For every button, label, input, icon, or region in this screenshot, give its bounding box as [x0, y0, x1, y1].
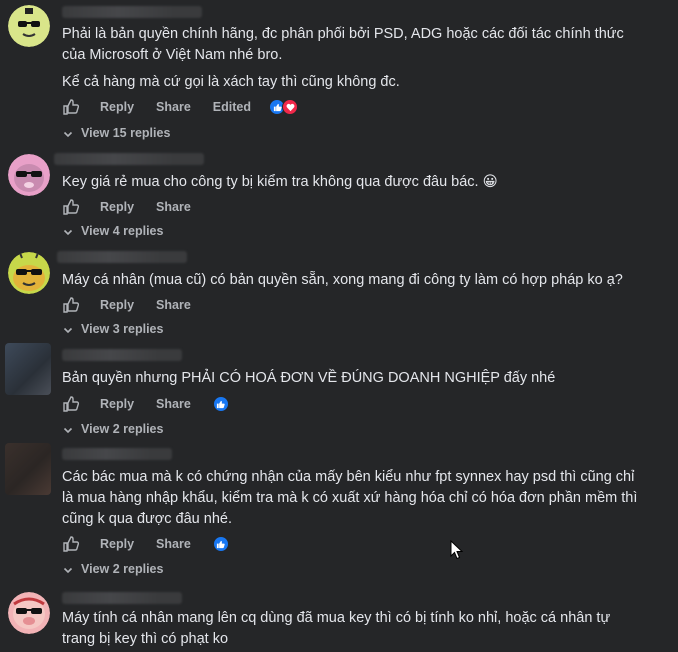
view-replies-label: View 2 replies	[81, 422, 164, 436]
view-replies-label: View 3 replies	[81, 322, 164, 336]
avatar[interactable]	[8, 252, 50, 294]
share-button[interactable]: Share	[156, 100, 191, 114]
chevron-down-icon	[63, 564, 73, 574]
avatar[interactable]	[8, 5, 50, 47]
share-button[interactable]: Share	[156, 298, 191, 312]
view-replies-label: View 15 replies	[81, 126, 171, 140]
author-name[interactable]	[62, 6, 202, 18]
like-icon[interactable]	[62, 198, 80, 216]
comment-text: Phải là bản quyền chính hãng, đc phân ph…	[62, 26, 624, 90]
chevron-down-icon	[63, 128, 73, 138]
like-icon[interactable]	[62, 535, 80, 553]
like-icon[interactable]	[62, 98, 80, 116]
avatar[interactable]	[8, 592, 50, 634]
share-button[interactable]: Share	[156, 397, 191, 411]
share-button[interactable]: Share	[156, 200, 191, 214]
author-name[interactable]	[57, 251, 187, 263]
edited-label: Edited	[212, 100, 251, 114]
mouse-cursor-icon	[450, 539, 464, 560]
author-name[interactable]	[54, 153, 204, 165]
view-replies-button[interactable]: View 15 replies	[63, 126, 170, 140]
reactions[interactable]	[212, 536, 229, 552]
chevron-down-icon	[63, 424, 73, 434]
like-icon[interactable]	[62, 296, 80, 314]
comment-text: Key giá rẻ mua cho công ty bị kiểm tra k…	[62, 174, 498, 190]
author-name[interactable]	[62, 448, 172, 460]
reactions[interactable]	[269, 99, 298, 115]
comment-actions: Reply Share	[62, 197, 213, 217]
comment-actions: Reply Share	[62, 295, 213, 315]
reply-button[interactable]: Reply	[100, 397, 134, 411]
reply-button[interactable]: Reply	[100, 100, 134, 114]
reactions[interactable]	[212, 396, 229, 412]
view-replies-button[interactable]: View 4 replies	[63, 224, 163, 238]
view-replies-button[interactable]: View 2 replies	[63, 422, 163, 436]
like-icon[interactable]	[62, 395, 80, 413]
view-replies-label: View 2 replies	[81, 562, 164, 576]
avatar[interactable]	[8, 154, 50, 196]
comment-text: Máy cá nhân (mua cũ) có bản quyền sẵn, x…	[62, 272, 623, 288]
reply-button[interactable]: Reply	[100, 298, 134, 312]
comment-text: Các bác mua mà k có chứng nhận của mấy b…	[62, 469, 638, 527]
chevron-down-icon	[63, 226, 73, 236]
like-reaction-icon	[212, 396, 229, 412]
author-name[interactable]	[62, 592, 182, 604]
view-replies-button[interactable]: View 3 replies	[63, 322, 163, 336]
like-reaction-icon	[212, 536, 229, 552]
comment-actions: Reply Share	[62, 394, 229, 414]
love-reaction-icon	[282, 99, 298, 115]
comment-text: Bản quyền nhưng PHẢI CÓ HOÁ ĐƠN VỀ ĐÚNG …	[62, 370, 556, 386]
share-button[interactable]: Share	[156, 537, 191, 551]
avatar[interactable]	[5, 343, 51, 395]
author-name[interactable]	[62, 349, 182, 361]
avatar[interactable]	[5, 443, 51, 495]
comment-actions: Reply Share Edited	[62, 97, 298, 117]
comment-actions: Reply Share	[62, 534, 229, 554]
reply-button[interactable]: Reply	[100, 537, 134, 551]
reply-button[interactable]: Reply	[100, 200, 134, 214]
comment-text: Máy tính cá nhân mang lên cq dùng đã mua…	[62, 610, 611, 647]
view-replies-button[interactable]: View 2 replies	[63, 562, 163, 576]
chevron-down-icon	[63, 324, 73, 334]
view-replies-label: View 4 replies	[81, 224, 164, 238]
